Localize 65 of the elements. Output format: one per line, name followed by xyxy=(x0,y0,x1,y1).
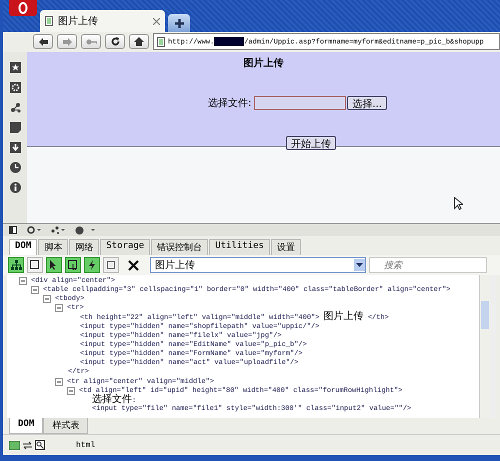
page-heading: 图片上传 xyxy=(244,56,284,70)
panel-toggle-icon[interactable] xyxy=(9,226,17,234)
bookmark-icon[interactable] xyxy=(10,62,20,73)
tool-button[interactable] xyxy=(27,257,43,274)
inspect-icon xyxy=(68,260,78,270)
collapse-toggle[interactable] xyxy=(43,294,51,303)
new-tab-button[interactable] xyxy=(168,14,190,32)
collapse-toggle[interactable] xyxy=(67,386,75,395)
plus-icon xyxy=(174,18,184,28)
zoom-icon[interactable] xyxy=(35,440,45,450)
devtools-tab[interactable]: 脚本 xyxy=(38,239,68,256)
scrollbar[interactable] xyxy=(479,275,490,418)
square-icon xyxy=(107,261,115,270)
tool-button[interactable] xyxy=(46,257,62,274)
devtools-tab[interactable]: Storage xyxy=(100,239,150,256)
file-label: 选择文件: xyxy=(208,96,252,110)
collapse-toggle[interactable] xyxy=(55,378,63,386)
download-icon[interactable] xyxy=(10,142,20,153)
pointer-icon xyxy=(50,260,58,270)
close-icon[interactable] xyxy=(128,260,139,271)
panel-tab[interactable]: DOM xyxy=(9,418,44,434)
back-button[interactable] xyxy=(33,34,53,50)
page-icon xyxy=(45,16,53,26)
panel-tab[interactable]: 样式表 xyxy=(43,418,88,434)
tool-button[interactable] xyxy=(84,257,100,274)
document-select[interactable]: 图片上传 xyxy=(150,257,366,274)
mouse-pointer-icon xyxy=(454,196,463,210)
devtools-tab[interactable]: DOM xyxy=(9,239,38,256)
devtools-tab[interactable]: 错误控制台 xyxy=(151,239,208,256)
info-icon[interactable] xyxy=(10,182,20,193)
note-icon[interactable] xyxy=(10,122,20,133)
devtools-tab[interactable]: 设置 xyxy=(270,239,301,256)
home-icon xyxy=(134,37,144,46)
search-field[interactable]: 搜索 xyxy=(369,257,487,274)
tool-button[interactable] xyxy=(65,257,81,274)
reload-button[interactable] xyxy=(105,34,125,50)
frame-icon xyxy=(30,260,40,270)
devtools-tab[interactable]: 网络 xyxy=(69,239,100,256)
upload-button[interactable]: 开始上传 xyxy=(286,136,336,150)
browser-tab[interactable]: 图片上传 xyxy=(40,10,165,32)
reload-icon xyxy=(110,37,120,46)
tree-icon xyxy=(10,260,22,270)
browse-button[interactable]: 选择... xyxy=(347,96,387,110)
forward-arrow-icon xyxy=(62,38,72,46)
dom-path: html xyxy=(76,440,96,450)
key-icon xyxy=(86,38,96,45)
share-icon[interactable] xyxy=(10,102,20,113)
collapse-toggle[interactable] xyxy=(31,286,39,294)
swap-icon[interactable] xyxy=(23,440,32,450)
collapse-toggle[interactable] xyxy=(55,304,63,312)
file-input-field[interactable] xyxy=(254,96,346,110)
share-icon[interactable] xyxy=(51,226,65,234)
back-arrow-icon xyxy=(38,38,48,46)
layout-icon[interactable] xyxy=(9,440,20,450)
page-icon xyxy=(157,36,165,47)
browser-logo xyxy=(9,0,37,16)
settings-icon[interactable] xyxy=(10,82,20,93)
clock-icon[interactable] xyxy=(10,162,20,173)
lightning-icon xyxy=(88,260,96,270)
home-button[interactable] xyxy=(129,34,149,50)
caret-icon xyxy=(356,263,363,268)
devtools-tab[interactable]: Utilities xyxy=(209,239,270,256)
sync-icon[interactable] xyxy=(27,226,41,234)
collapse-toggle[interactable] xyxy=(19,276,27,285)
tool-button[interactable] xyxy=(8,257,24,274)
